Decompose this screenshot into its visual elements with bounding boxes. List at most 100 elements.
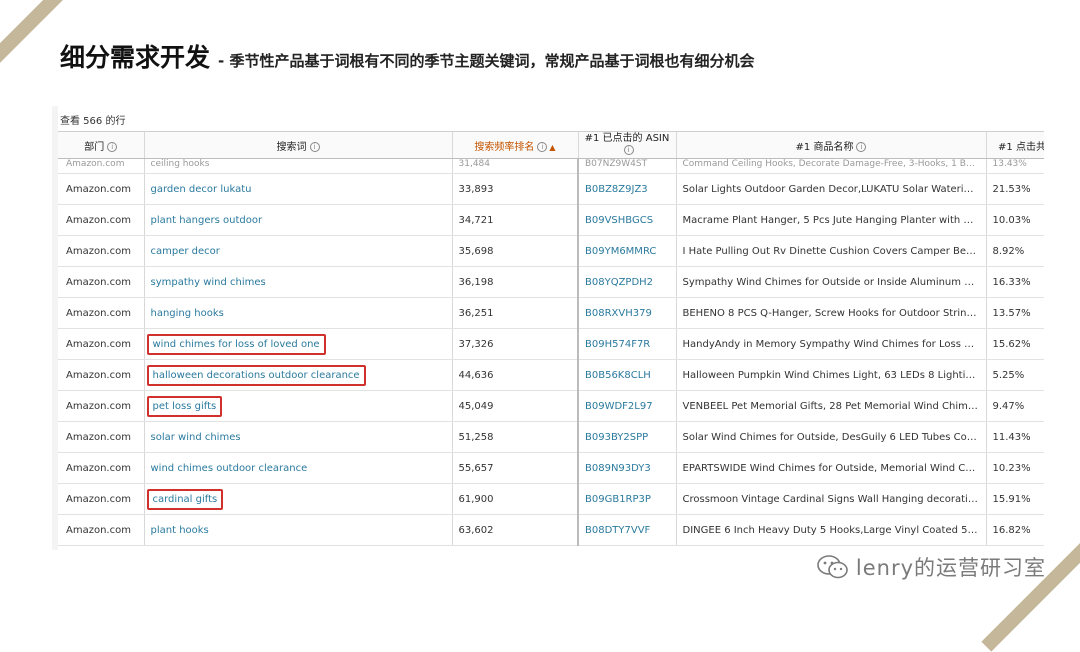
row-count-label: 查看 566 的行 [60, 116, 126, 127]
table-row: Amazon.com plant hooks 63,602 B08DTY7VVF DIN… [58, 514, 1044, 546]
product-title-cell: VENBEEL Pet Memorial Gifts, 28 Pet Memor… [676, 390, 987, 422]
search-term-link[interactable]: sympathy wind chimes [144, 266, 453, 298]
asin-link[interactable]: B09GB1RP3P [577, 483, 677, 515]
click-share-cell: 16.33% [986, 266, 1044, 298]
search-term-link[interactable]: solar wind chimes [144, 421, 453, 453]
info-icon[interactable]: i [623, 145, 634, 155]
dept-cell: Amazon.com [58, 359, 145, 391]
search-rank-cell: 51,258 [452, 421, 579, 453]
dept-cell: Amazon.com [58, 514, 145, 546]
info-icon[interactable]: i [537, 141, 548, 152]
product-title-cell: Sympathy Wind Chimes for Outside or Insi… [676, 266, 987, 298]
column-header-click-share[interactable]: #1 点击共 [986, 131, 1044, 159]
search-term-link[interactable]: hanging hooks [144, 297, 453, 329]
search-term-link[interactable]: camper decor [144, 235, 453, 267]
asin-link[interactable]: B0B56K8CLH [577, 359, 677, 391]
search-rank-cell: 37,326 [452, 328, 579, 360]
asin-link[interactable]: B0BZ8Z9JZ3 [577, 173, 677, 205]
search-term-link[interactable]: wind chimes for loss of loved one [144, 328, 453, 360]
asin-link[interactable]: B089N93DY3 [577, 452, 677, 484]
product-title-cell: Solar Wind Chimes for Outside, DesGuily … [676, 421, 987, 453]
info-icon[interactable]: i [107, 141, 118, 152]
asin-link[interactable]: B093BY2SPP [577, 421, 677, 453]
table-row: Amazon.com wind chimes for loss of loved … [58, 328, 1044, 360]
search-rank-cell: 36,198 [452, 266, 579, 298]
click-share-cell: 15.62% [986, 328, 1044, 360]
table-row: Amazon.com cardinal gifts 61,900 B09GB1RP3P… [58, 483, 1044, 515]
column-header-asin[interactable]: #1 已点击的 ASIN i [578, 131, 677, 159]
dept-cell: Amazon.com [58, 297, 145, 329]
product-title-cell: I Hate Pulling Out Rv Dinette Cushion Co… [676, 235, 987, 267]
asin-link[interactable]: B09VSHBGCS [577, 204, 677, 236]
search-terms-table: 部门 i 搜索词 i 搜索频率排名 i ▲ #1 已点击的 ASIN i #1 商品名称 i… [58, 131, 1044, 546]
column-header-dept[interactable]: 部门 i [58, 131, 145, 159]
search-term-link[interactable]: plant hangers outdoor [144, 204, 453, 236]
table-row: Amazon.com wind chimes outdoor clearance 5… [58, 452, 1044, 484]
dept-cell: Amazon.com [58, 390, 145, 422]
table-row: Amazon.com pet loss gifts 45,049 B09WDF2L97… [58, 390, 1044, 422]
search-term-link[interactable]: plant hooks [144, 514, 453, 546]
info-icon[interactable]: i [856, 141, 867, 152]
click-share-cell: 13.57% [986, 297, 1044, 329]
search-term-link[interactable]: halloween decorations outdoor clearance [144, 359, 453, 391]
click-share-cell: 11.43% [986, 421, 1044, 453]
search-rank-cell: 34,721 [452, 204, 579, 236]
dept-cell: Amazon.com [58, 483, 145, 515]
search-term-link[interactable]: pet loss gifts [144, 390, 453, 422]
search-term-link[interactable]: cardinal gifts [144, 483, 453, 515]
dept-cell: Amazon.com [58, 266, 145, 298]
asin-link[interactable]: B09H574F7R [577, 328, 677, 360]
search-rank-cell: 33,893 [452, 173, 579, 205]
dept-cell: Amazon.com [58, 452, 145, 484]
asin-link[interactable]: B09WDF2L97 [577, 390, 677, 422]
column-header-product-title[interactable]: #1 商品名称 i [676, 131, 987, 159]
asin-link[interactable]: B08RXVH379 [577, 297, 677, 329]
table-row: Amazon.com camper decor 35,698 B09YM6MMRC I … [58, 235, 1044, 267]
column-header-search-term[interactable]: 搜索词 i [144, 131, 453, 159]
info-icon[interactable]: i [309, 141, 320, 152]
product-title-cell: BEHENO 8 PCS Q-Hanger, Screw Hooks for O… [676, 297, 987, 329]
product-title-cell: Solar Lights Outdoor Garden Decor,LUKATU… [676, 173, 987, 205]
watermark: lenry的运营研习室 [816, 552, 1046, 582]
table-header-row: 部门 i 搜索词 i 搜索频率排名 i ▲ #1 已点击的 ASIN i #1 商品名称 i… [58, 131, 1044, 159]
table-row: Amazon.com hanging hooks 36,251 B08RXVH379 B… [58, 297, 1044, 329]
sort-ascending-icon[interactable]: ▲ [549, 143, 555, 152]
click-share-cell: 8.92% [986, 235, 1044, 267]
table-row: Amazon.com halloween decorations outdoor … [58, 359, 1044, 391]
dept-cell: Amazon.com [58, 235, 145, 267]
search-rank-cell: 61,900 [452, 483, 579, 515]
table-row: Amazon.com garden decor lukatu 33,893 B0BZ8… [58, 173, 1044, 205]
search-rank-cell: 45,049 [452, 390, 579, 422]
highlighted-search-term[interactable]: halloween decorations outdoor clearance [146, 364, 366, 386]
highlighted-search-term[interactable]: wind chimes for loss of loved one [146, 333, 326, 355]
highlighted-search-term[interactable]: cardinal gifts [146, 488, 224, 510]
highlighted-search-term[interactable]: pet loss gifts [146, 395, 223, 417]
screenshot-panel: 查看 566 的行 部门 i 搜索词 i 搜索频率排名 i ▲ #1 已点击的 ASIN… [52, 106, 1044, 550]
click-share-cell: 9.47% [986, 390, 1044, 422]
product-title-cell: Crossmoon Vintage Cardinal Signs Wall Ha… [676, 483, 987, 515]
report-table-container: 查看 566 的行 部门 i 搜索词 i 搜索频率排名 i ▲ #1 已点击的 ASIN… [58, 106, 1044, 550]
product-title-cell: DINGEE 6 Inch Heavy Duty 5 Hooks,Large V… [676, 514, 987, 546]
dept-cell: Amazon.com [58, 328, 145, 360]
asin-link[interactable]: B09YM6MMRC [577, 235, 677, 267]
slide-title: 细分需求开发 [60, 43, 211, 72]
watermark-text: lenry的运营研习室 [855, 556, 1046, 580]
search-term-link[interactable]: garden decor lukatu [144, 173, 453, 205]
click-share-cell: 5.25% [986, 359, 1044, 391]
asin-link[interactable]: B08DTY7VVF [577, 514, 677, 546]
slide-heading: 细分需求开发 - 季节性产品基于词根有不同的季节主题关键词，常规产品基于词根也有… [60, 38, 754, 74]
table-row-partial: Amazon.com ceiling hooks 31,484 B07NZ9W4… [58, 158, 1044, 174]
table-row: Amazon.com plant hangers outdoor 34,721 B09… [58, 204, 1044, 236]
search-rank-cell: 36,251 [452, 297, 579, 329]
dept-cell: Amazon.com [58, 204, 145, 236]
table-row: Amazon.com solar wind chimes 51,258 B093BY2… [58, 421, 1044, 453]
product-title-cell: HandyAndy in Memory Sympathy Wind Chimes… [676, 328, 987, 360]
click-share-cell: 10.23% [986, 452, 1044, 484]
dept-cell: Amazon.com [58, 421, 145, 453]
search-term-link[interactable]: wind chimes outdoor clearance [144, 452, 453, 484]
asin-link[interactable]: B08YQZPDH2 [577, 266, 677, 298]
column-header-search-rank[interactable]: 搜索频率排名 i ▲ [452, 131, 579, 159]
slide-subtitle: - 季节性产品基于词根有不同的季节主题关键词，常规产品基于词根也有细分机会 [218, 52, 755, 70]
click-share-cell: 21.53% [986, 173, 1044, 205]
table-body: Amazon.com ceiling hooks 31,484 B07NZ9W4… [58, 158, 1044, 546]
